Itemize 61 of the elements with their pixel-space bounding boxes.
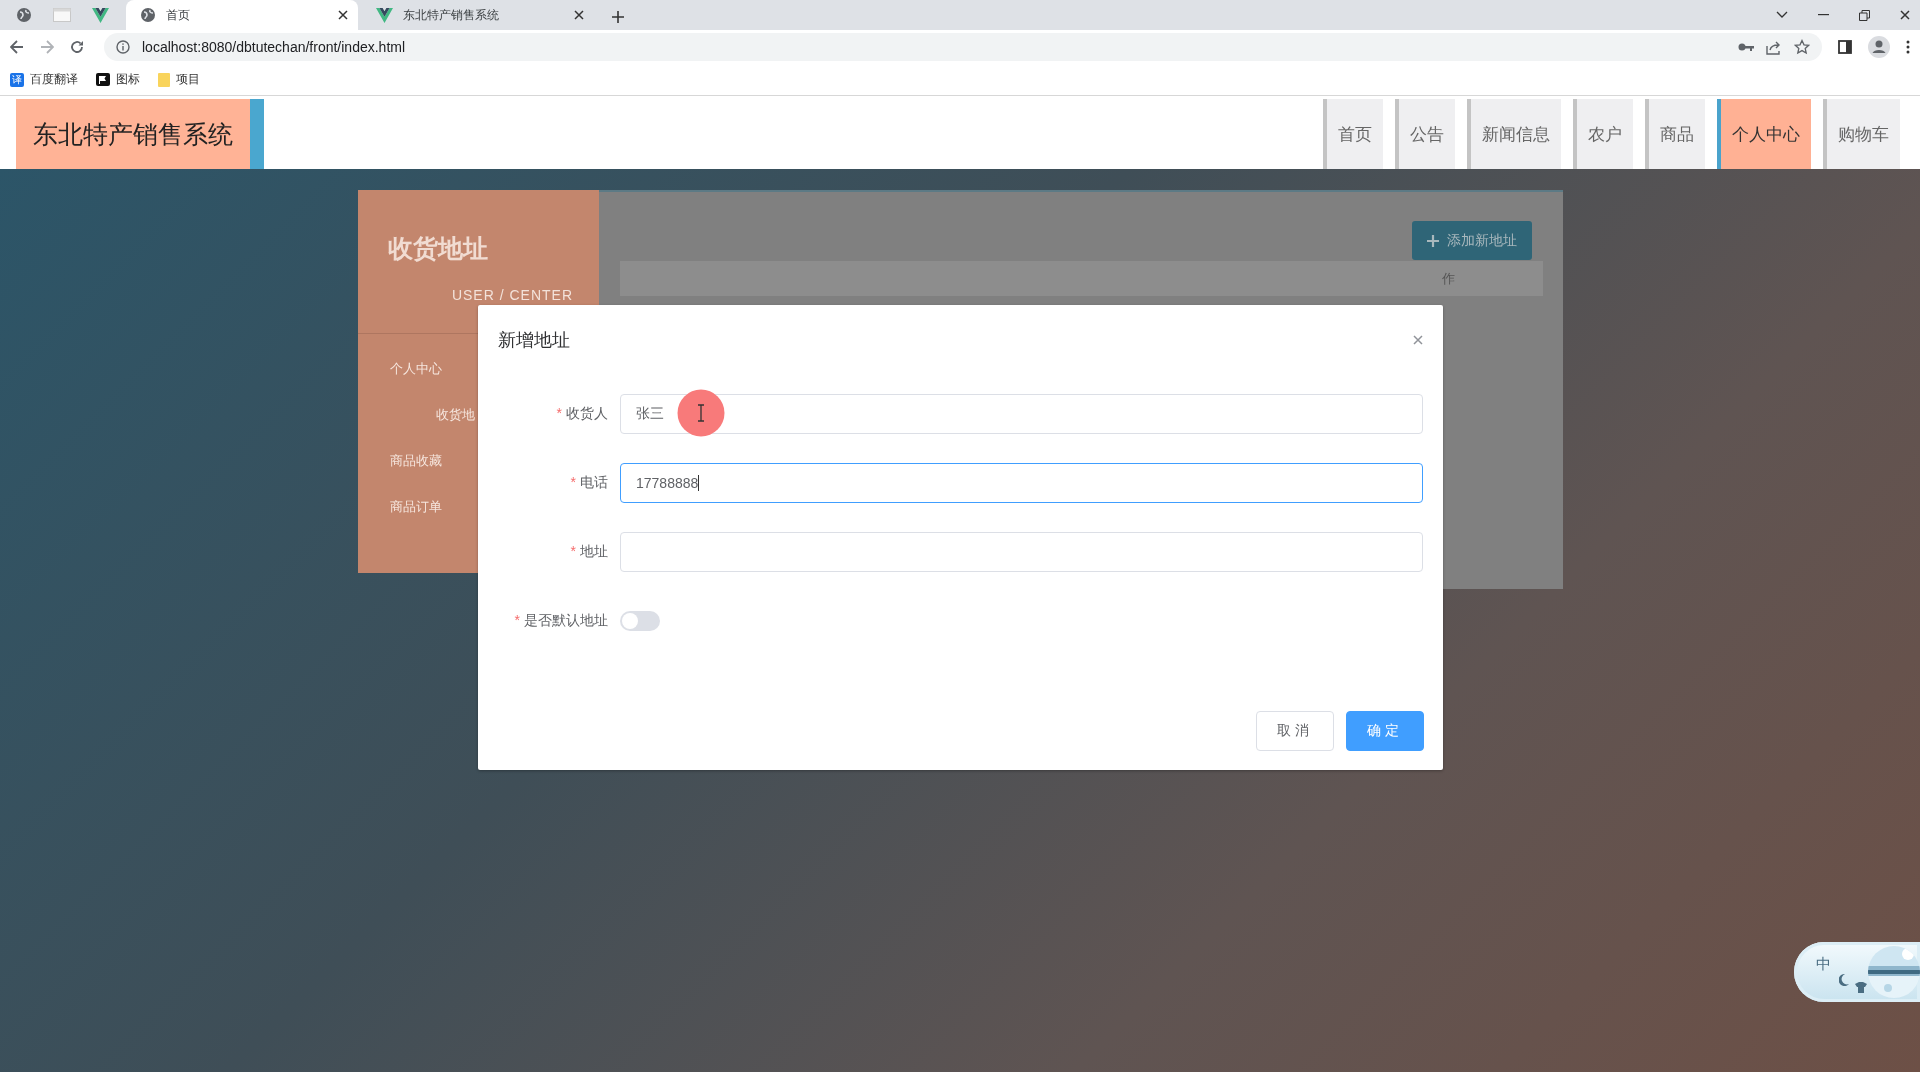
bookmark[interactable]: 译 百度翻译 xyxy=(10,71,78,88)
nav-item[interactable]: 商品 xyxy=(1645,99,1705,169)
close-tab-icon[interactable] xyxy=(574,10,584,20)
ime-mode-label[interactable]: 中 xyxy=(1816,954,1831,974)
nav-item[interactable]: 公告 xyxy=(1395,99,1455,169)
toggle-switch[interactable] xyxy=(620,611,660,631)
add-address-button[interactable]: 添加新地址 xyxy=(1412,221,1532,260)
plus-icon xyxy=(1427,234,1439,247)
flag-icon xyxy=(96,73,110,86)
star-icon[interactable] xyxy=(1794,39,1810,55)
address-bar[interactable]: localhost:8080/dbtutechan/front/index.html xyxy=(104,33,1822,61)
close-tab-icon[interactable] xyxy=(338,10,348,20)
back-icon[interactable] xyxy=(10,40,24,54)
folder-icon xyxy=(158,72,170,87)
sidebar-title: 收货地址 xyxy=(387,233,489,264)
menu-icon[interactable] xyxy=(1906,40,1910,54)
tab-icon xyxy=(53,8,71,22)
nav-item[interactable]: 首页 xyxy=(1323,99,1383,169)
restore-icon[interactable] xyxy=(1859,9,1870,21)
nav-item[interactable]: 新闻信息 xyxy=(1467,99,1561,169)
minimize-icon[interactable] xyxy=(1818,14,1829,16)
share-icon[interactable] xyxy=(1766,39,1782,55)
cancel-button[interactable]: 取消 xyxy=(1256,711,1334,751)
chevron-down-icon[interactable] xyxy=(1776,11,1788,19)
site-logo: 东北特产销售系统 xyxy=(16,99,264,169)
required-mark: * xyxy=(570,543,576,559)
sidebar-subtitle: USER / CENTER xyxy=(451,287,573,303)
nav-item[interactable]: 购物车 xyxy=(1823,99,1900,169)
key-icon[interactable] xyxy=(1738,42,1754,52)
field-label: 收货人 xyxy=(566,405,608,421)
moon-icon xyxy=(1839,974,1849,986)
translate-icon: 译 xyxy=(10,72,24,87)
nav-item[interactable]: 个人中心 xyxy=(1717,99,1811,169)
click-highlight-icon xyxy=(677,389,725,437)
input-field[interactable]: 张三 xyxy=(620,394,1423,434)
tab-icon xyxy=(16,7,32,23)
required-mark: * xyxy=(514,612,520,628)
input-field[interactable] xyxy=(620,532,1423,572)
reload-icon[interactable] xyxy=(70,40,84,54)
field-label: 地址 xyxy=(580,543,608,559)
close-icon[interactable] xyxy=(1900,10,1910,20)
required-mark: * xyxy=(556,405,562,421)
profile-icon[interactable] xyxy=(1868,36,1890,58)
field-label: 电话 xyxy=(580,474,608,490)
shirt-icon xyxy=(1855,981,1867,993)
input-field[interactable]: 17788888 xyxy=(620,463,1423,503)
favicon-icon xyxy=(140,7,156,23)
side-panel-icon[interactable] xyxy=(1838,40,1852,54)
tab-icon xyxy=(91,7,109,23)
nav-item[interactable]: 农户 xyxy=(1573,99,1633,169)
browser-tab[interactable]: 首页 xyxy=(126,0,358,30)
bookmark[interactable]: 图标 xyxy=(96,71,140,88)
favicon-icon xyxy=(376,7,393,23)
new-tab-icon[interactable] xyxy=(612,11,624,23)
info-icon xyxy=(116,40,130,54)
confirm-button[interactable]: 确定 xyxy=(1346,711,1424,751)
field-label: 是否默认地址 xyxy=(524,612,608,628)
bookmark[interactable]: 项目 xyxy=(158,71,200,88)
required-mark: * xyxy=(570,474,576,490)
dialog-title: 新增地址 xyxy=(498,329,571,352)
browser-tab[interactable]: 东北特产销售系统 xyxy=(362,0,594,30)
